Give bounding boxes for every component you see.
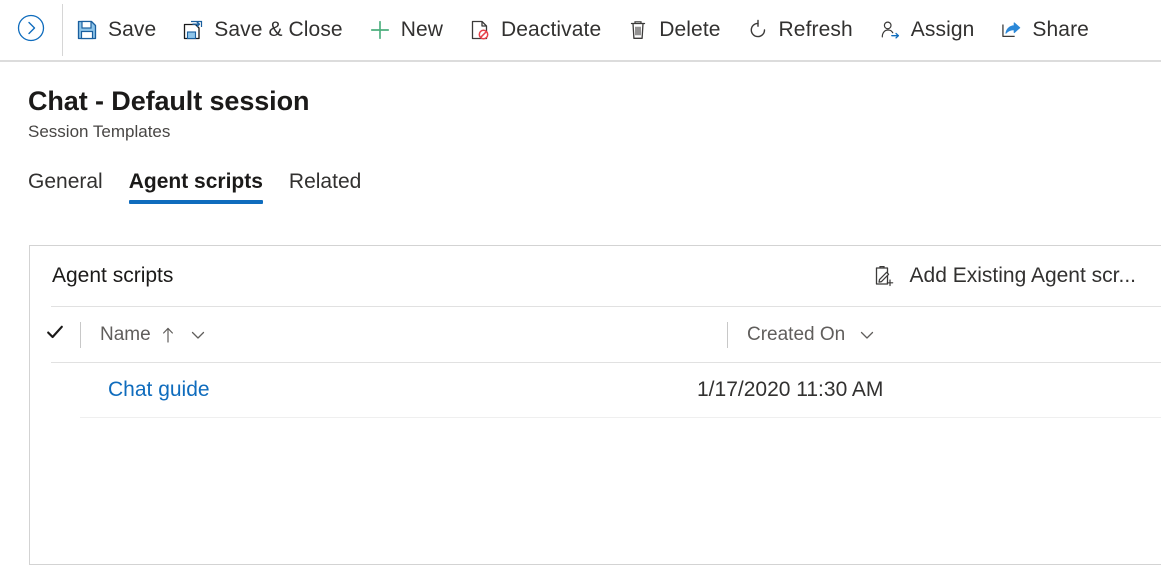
chevron-down-icon[interactable]: [858, 326, 876, 344]
arrow-up-icon: [160, 326, 176, 344]
page-header: Chat - Default session Session Templates: [0, 62, 1161, 144]
tab-general-label: General: [28, 170, 103, 193]
new-button-label: New: [400, 18, 444, 41]
share-button-label: Share: [1032, 18, 1089, 41]
save-and-close-button-label: Save & Close: [214, 18, 343, 41]
tab-agent-scripts[interactable]: Agent scripts: [128, 170, 264, 204]
grid-header-row: Name Created On: [30, 307, 1161, 362]
plus-icon: [369, 19, 391, 41]
deactivate-button[interactable]: Deactivate: [456, 0, 614, 61]
subgrid-title: Agent scripts: [52, 264, 174, 287]
trash-icon: [627, 19, 649, 41]
column-header-created-on[interactable]: Created On: [728, 324, 1161, 346]
new-button[interactable]: New: [356, 0, 456, 61]
add-existing-agent-script-button[interactable]: Add Existing Agent scr...: [872, 264, 1136, 288]
share-arrow-icon: [1000, 19, 1022, 41]
column-header-name[interactable]: Name: [81, 324, 727, 346]
agent-scripts-grid: Name Created On Chat guide 1/17/2020 11:…: [30, 306, 1161, 418]
delete-button[interactable]: Delete: [614, 0, 733, 61]
deactivate-button-label: Deactivate: [501, 18, 602, 41]
save-and-close-button[interactable]: Save & Close: [169, 0, 355, 61]
back-button[interactable]: [0, 0, 62, 61]
save-button[interactable]: Save: [63, 0, 169, 61]
subgrid-header: Agent scripts Add Existing Agent scr...: [30, 246, 1161, 306]
column-header-created-on-label: Created On: [747, 323, 846, 345]
page-subtitle: Session Templates: [28, 122, 171, 141]
refresh-button[interactable]: Refresh: [734, 0, 866, 61]
refresh-icon: [747, 19, 769, 41]
save-button-label: Save: [108, 18, 157, 41]
add-existing-record-icon: [872, 264, 896, 288]
agent-scripts-subgrid-card: Agent scripts Add Existing Agent scr...: [29, 245, 1161, 565]
back-circle-icon: [16, 13, 46, 48]
cell-created-on: 1/17/2020 11:30 AM: [697, 378, 884, 401]
tab-agent-scripts-label: Agent scripts: [128, 170, 263, 193]
assign-button[interactable]: Assign: [866, 0, 988, 61]
table-row[interactable]: Chat guide 1/17/2020 11:30 AM: [30, 363, 1161, 417]
command-bar: Save Save & Close New Deactivate Delete …: [0, 0, 1161, 62]
refresh-button-label: Refresh: [778, 18, 853, 41]
delete-button-label: Delete: [659, 18, 721, 41]
save-and-close-icon: [182, 19, 204, 41]
deactivate-icon: [469, 19, 491, 41]
checkmark-icon: [45, 322, 65, 347]
page-title: Chat - Default session: [28, 86, 310, 116]
cell-name-link[interactable]: Chat guide: [30, 378, 676, 402]
select-all-checkbox[interactable]: [30, 322, 80, 347]
grid-row-rule: [80, 417, 1161, 418]
tab-related[interactable]: Related: [289, 170, 361, 204]
column-header-name-label: Name: [100, 323, 151, 345]
assign-button-label: Assign: [910, 18, 975, 41]
tab-general[interactable]: General: [28, 170, 103, 204]
assign-person-icon: [879, 19, 901, 41]
tab-related-label: Related: [288, 170, 362, 193]
add-existing-agent-script-label: Add Existing Agent scr...: [909, 264, 1136, 287]
share-button[interactable]: Share: [987, 0, 1102, 61]
form-tabs: General Agent scripts Related: [0, 162, 1161, 204]
chevron-down-icon[interactable]: [189, 326, 207, 344]
save-floppy-icon: [76, 19, 98, 41]
